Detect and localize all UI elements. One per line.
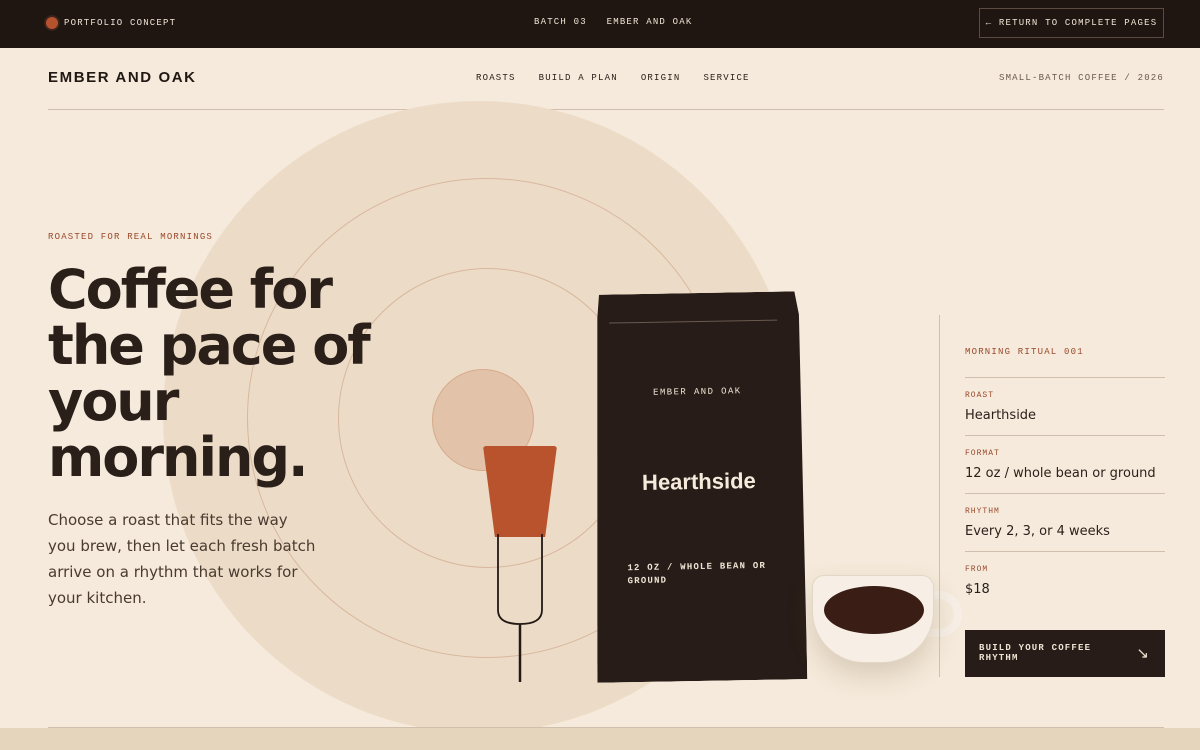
- bag-spec: 12 OZ / WHOLE BEAN OR GROUND: [627, 560, 767, 587]
- top-bar: PORTFOLIO CONCEPT BATCH 03 EMBER AND OAK…: [0, 0, 1200, 48]
- nav-item-build-a-plan[interactable]: BUILD A PLAN: [539, 73, 618, 83]
- spec-label: ROAST: [965, 391, 995, 400]
- portfolio-label: PORTFOLIO CONCEPT: [64, 18, 177, 28]
- coffee-bag-illustration: EMBER AND OAK Hearthside 12 OZ / WHOLE B…: [591, 291, 808, 683]
- bag-fold-line: [609, 320, 777, 324]
- nav-item-roasts[interactable]: ROASTS: [476, 73, 516, 83]
- hero-lede: Choose a roast that fits the way you bre…: [48, 511, 316, 607]
- batch-name: EMBER AND OAK: [606, 17, 693, 27]
- bag-brand: EMBER AND OAK: [653, 386, 742, 398]
- spec-row-rhythm: RHYTHM Every 2, 3, or 4 weeks: [965, 493, 1165, 539]
- brand-dot-icon: [46, 17, 58, 29]
- next-section-band: [0, 728, 1200, 750]
- cta-label: BUILD YOUR COFFEE RHYTHM: [979, 643, 1092, 663]
- spec-value: 12 oz / whole bean or ground: [965, 466, 1156, 481]
- coffee-bag: EMBER AND OAK Hearthside 12 OZ / WHOLE B…: [591, 291, 808, 683]
- spec-row-price: FROM $18: [965, 551, 1165, 597]
- spec-label: FROM: [965, 565, 989, 574]
- coffee-surface: [824, 586, 924, 634]
- nav-item-service[interactable]: SERVICE: [703, 73, 749, 83]
- spec-row-roast: ROAST Hearthside: [965, 377, 1165, 423]
- bag-product-name: Hearthside: [641, 468, 756, 495]
- headline-line: the pace of: [48, 314, 371, 377]
- main-nav: ROASTS BUILD A PLAN ORIGIN SERVICE: [476, 73, 750, 83]
- spec-value: Every 2, 3, or 4 weeks: [965, 524, 1110, 539]
- spec-value: $18: [965, 582, 990, 597]
- spec-value: Hearthside: [965, 408, 1037, 423]
- hero-headline: Coffee for the pace of your morning.: [48, 262, 408, 486]
- batch-number: BATCH 03: [534, 17, 587, 27]
- header-tagline: SMALL-BATCH COFFEE / 2026: [998, 73, 1164, 83]
- site-logo[interactable]: EMBER AND OAK: [48, 69, 197, 86]
- site-header: EMBER AND OAK ROASTS BUILD A PLAN ORIGIN…: [48, 48, 1164, 110]
- build-rhythm-button[interactable]: BUILD YOUR COFFEE RHYTHM ↘: [965, 630, 1165, 677]
- spec-label: FORMAT: [965, 449, 1000, 458]
- spec-row-format: FORMAT 12 oz / whole bean or ground: [965, 435, 1165, 481]
- ritual-panel: MORNING RITUAL 001 ROAST Hearthside FORM…: [939, 315, 1165, 677]
- portfolio-brand: PORTFOLIO CONCEPT: [46, 17, 176, 29]
- headline-line: Coffee for: [48, 258, 333, 321]
- batch-info: BATCH 03 EMBER AND OAK: [534, 17, 692, 27]
- return-button[interactable]: ← RETURN TO COMPLETE PAGES: [979, 8, 1164, 38]
- coffee-cup-illustration: [812, 575, 934, 663]
- pour-over-stand-illustration: [497, 534, 543, 682]
- pour-over-cone-illustration: [483, 446, 557, 537]
- headline-line: morning.: [48, 426, 309, 489]
- arrow-down-right-icon: ↘: [1136, 644, 1149, 662]
- headline-line: your: [48, 370, 179, 433]
- hero-eyebrow: ROASTED FOR REAL MORNINGS: [48, 232, 214, 242]
- nav-item-origin[interactable]: ORIGIN: [641, 73, 681, 83]
- ritual-title: MORNING RITUAL 001: [965, 347, 1084, 357]
- spec-label: RHYTHM: [965, 507, 1000, 516]
